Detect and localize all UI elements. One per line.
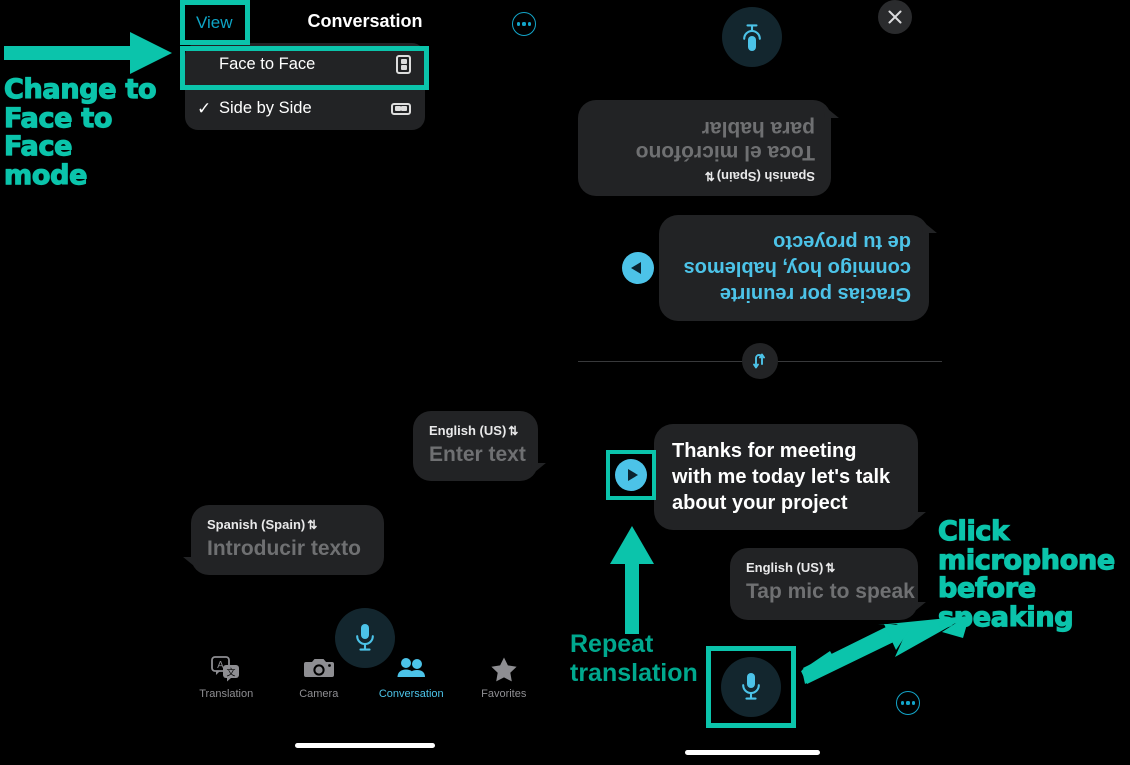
spanish-language-selector[interactable]: Spanish (Spain)⇅ (594, 169, 815, 184)
translation-icon: A 文 (211, 656, 240, 682)
play-icon (627, 469, 638, 481)
english-message-text: Thanks for meeting with me today let's t… (672, 440, 891, 514)
annotation-line: Change to (3, 74, 157, 105)
english-play-button[interactable] (615, 459, 647, 491)
ellipsis-icon (900, 701, 904, 705)
bubble-tail (530, 463, 546, 476)
english-input-bubble[interactable]: English (US) ⇅ Enter text (413, 411, 546, 481)
tab-favorites[interactable]: Favorites (458, 656, 551, 700)
chevron-updown-icon: ⇅ (704, 169, 715, 183)
swap-languages-button[interactable] (742, 343, 778, 379)
menu-item-label: Side by Side (219, 99, 312, 117)
star-icon (491, 657, 517, 682)
svg-text:文: 文 (227, 667, 236, 679)
navigation-bar: View Conversation (180, 0, 550, 46)
bubble-tail (921, 220, 937, 233)
spanish-play-button[interactable] (622, 252, 654, 284)
swap-languages-icon (753, 353, 765, 369)
home-indicator (685, 750, 820, 755)
top-microphone-button[interactable] (722, 7, 782, 67)
menu-item-face-to-face[interactable]: Face to Face (185, 43, 425, 86)
tab-label: Translation (199, 688, 254, 700)
annotation-line: mode (3, 159, 88, 191)
bottom-more-options-button[interactable] (896, 691, 920, 715)
english-language-selector[interactable]: English (US) ⇅ (429, 423, 522, 438)
screenshot-root: View Conversation Face to Face ✓ Side by… (0, 0, 1130, 765)
english-message-bubble[interactable]: Thanks for meeting with me today let's t… (654, 424, 926, 530)
close-button[interactable] (878, 0, 912, 34)
english-text-placeholder[interactable]: Enter text (429, 443, 526, 467)
chevron-updown-icon: ⇅ (307, 518, 318, 532)
tab-conversation[interactable]: Conversation (365, 656, 458, 700)
microphone-icon (742, 673, 760, 700)
microphone-icon (356, 624, 374, 651)
checkmark-icon: ✓ (197, 98, 212, 118)
spanish-text-placeholder[interactable]: Introducir texto (207, 537, 368, 561)
home-indicator (295, 743, 435, 748)
page-title: Conversation (307, 11, 423, 31)
spanish-message-text: Gracias por reunirte conmigo hoy, hablem… (683, 231, 911, 305)
microphone-icon (743, 24, 761, 51)
tab-translation[interactable]: A 文 Translation (180, 656, 273, 700)
people-icon (397, 658, 426, 677)
tab-label: Favorites (481, 688, 527, 700)
menu-item-side-by-side[interactable]: ✓ Side by Side (185, 87, 425, 130)
spanish-message-bubble[interactable]: Gracias por reunirte conmigo hoy, hablem… (659, 215, 937, 321)
tab-label: Camera (299, 688, 339, 700)
tab-camera[interactable]: Camera (273, 656, 366, 700)
spanish-prompt-placeholder[interactable]: Toca el micrófono para hablar (594, 116, 815, 164)
bubble-tail (910, 602, 926, 615)
english-prompt-placeholder[interactable]: Tap mic to speak (746, 580, 915, 604)
annotation-change-mode: Change to Face to Face mode (3, 74, 179, 191)
bottom-tab-bar[interactable]: A 文 Translation Camera Conversation Favo… (180, 656, 550, 718)
spanish-language-selector[interactable]: Spanish (Spain)⇅ (207, 517, 368, 532)
top-spanish-prompt-bubble[interactable]: Spanish (Spain)⇅ Toca el micrófono para … (578, 100, 839, 196)
annotation-line: Click (937, 516, 1009, 547)
annotation-line: Face to Face (3, 102, 113, 163)
ellipsis-icon (528, 22, 532, 26)
spanish-input-bubble[interactable]: Spanish (Spain) ⇅ Introducir texto (183, 505, 384, 575)
bubble-tail (183, 557, 199, 570)
view-dropdown-menu[interactable]: Face to Face ✓ Side by Side (185, 43, 425, 130)
chevron-updown-icon: ⇅ (508, 424, 519, 438)
conversation-divider (578, 343, 942, 379)
chevron-updown-icon: ⇅ (825, 561, 836, 575)
ellipsis-icon (906, 701, 910, 705)
landscape-split-icon (391, 102, 411, 115)
ellipsis-icon (516, 22, 520, 26)
menu-item-label: Face to Face (219, 55, 316, 73)
bottom-microphone-button[interactable] (721, 657, 781, 717)
portrait-split-icon (396, 55, 411, 74)
side-by-side-phone-panel: View Conversation Face to Face ✓ Side by… (180, 0, 550, 765)
ellipsis-icon (522, 22, 526, 26)
bubble-tail (823, 105, 839, 118)
camera-icon (303, 659, 334, 677)
annotation-line: before speaking (937, 573, 1074, 633)
more-options-button[interactable] (512, 12, 536, 36)
play-icon (631, 262, 642, 274)
tab-label: Conversation (378, 688, 444, 700)
arrow-right-icon (4, 32, 172, 74)
ellipsis-icon (912, 701, 916, 705)
close-icon (888, 10, 902, 24)
english-language-selector[interactable]: English (US) ⇅ (746, 560, 902, 575)
annotation-click-microphone: Click microphone before speaking (937, 516, 1130, 633)
face-to-face-phone-panel: Spanish (Spain)⇅ Toca el micrófono para … (560, 0, 960, 765)
annotation-line: microphone (937, 544, 1115, 576)
bubble-tail (910, 512, 926, 525)
bottom-english-prompt-bubble[interactable]: English (US) ⇅ Tap mic to speak (730, 548, 926, 620)
